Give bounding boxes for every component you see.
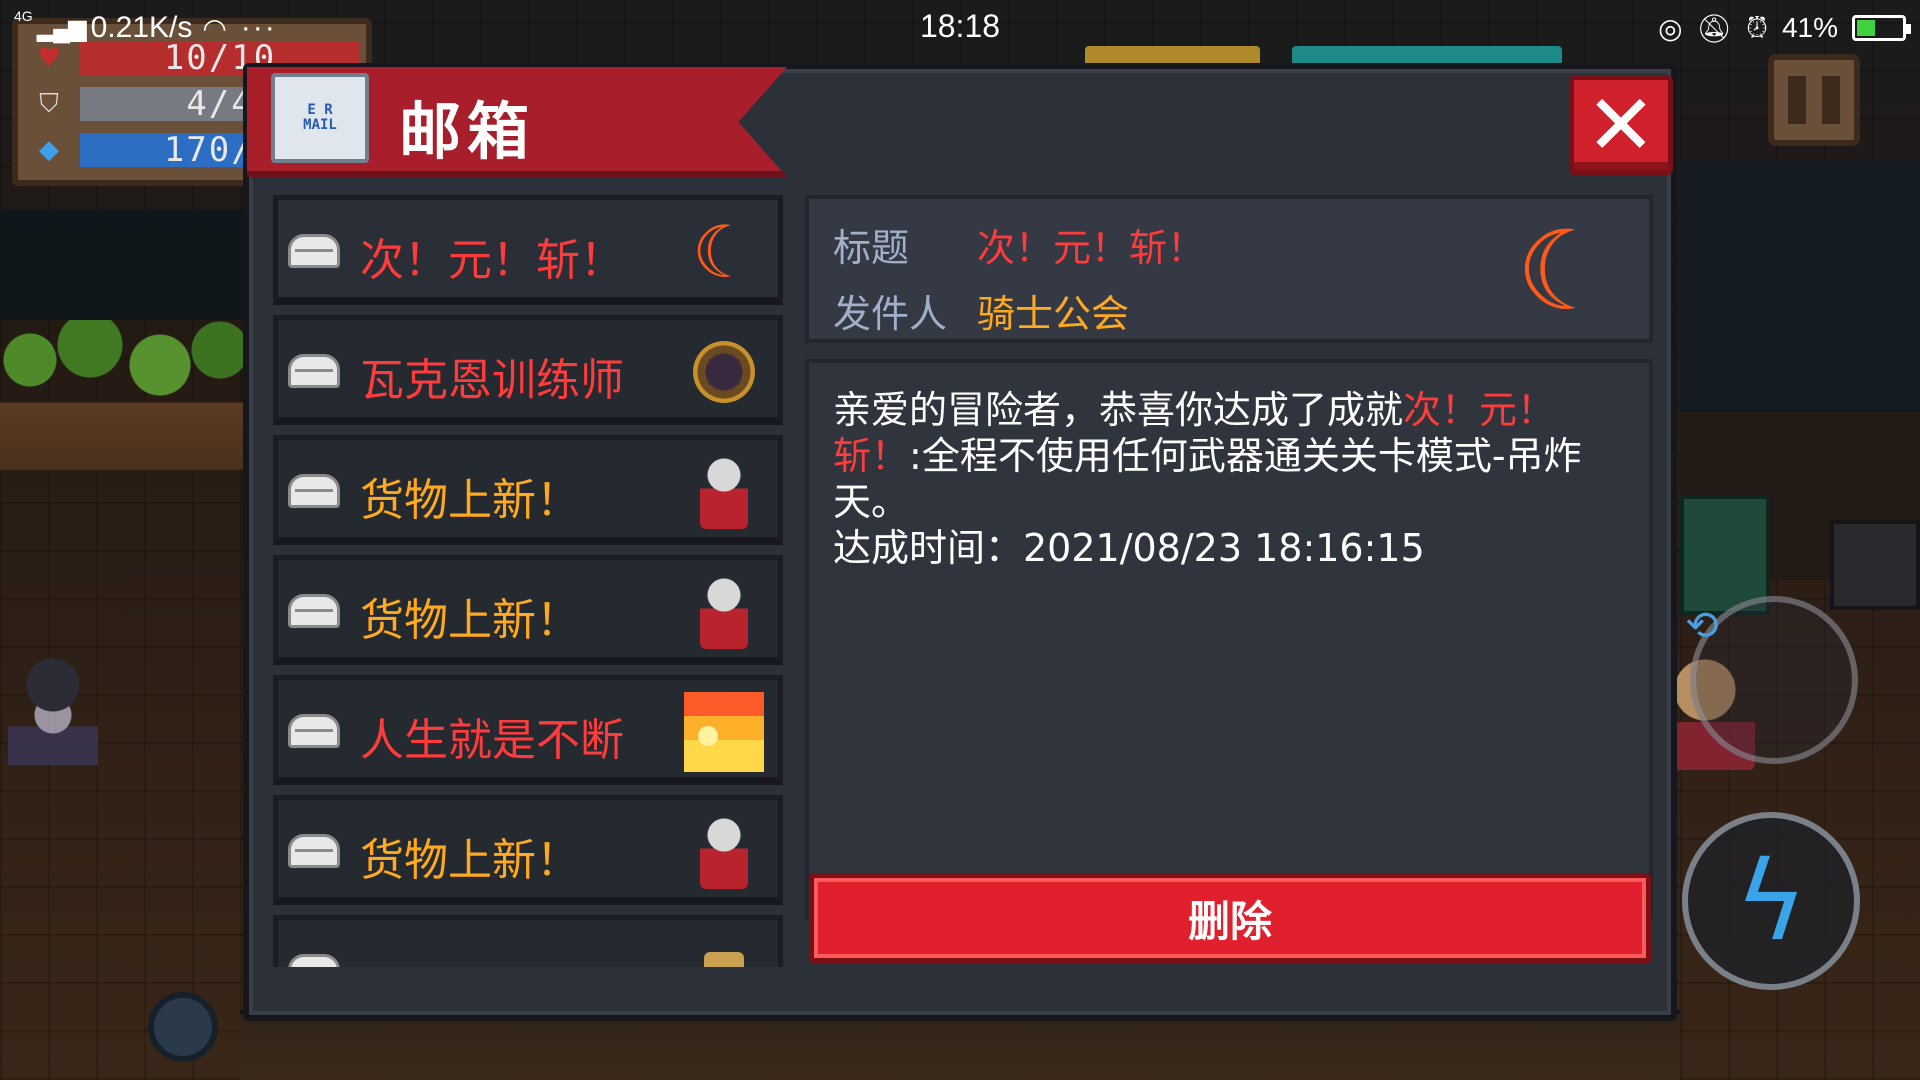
dialog-title: 邮箱 xyxy=(399,95,536,168)
delete-button[interactable]: 删除 xyxy=(809,873,1651,963)
envelope-icon xyxy=(288,234,340,268)
achievement-time: 达成时间：2021/08/23 18:16:15 xyxy=(833,526,1425,570)
mail-subject: 次！元！斩！ xyxy=(360,235,624,286)
mail-sender: 骑士公会 xyxy=(977,292,1130,336)
merchant-icon xyxy=(684,452,764,532)
envelope-icon xyxy=(288,594,340,628)
lightning-icon: ϟ xyxy=(1734,837,1808,965)
sender-label: 发件人 xyxy=(833,292,948,336)
switch-icon: ⟲ xyxy=(1685,603,1719,649)
bell-off-icon: 🔕︎ xyxy=(1696,12,1733,44)
barrel-prop xyxy=(148,992,218,1062)
mail-detail-header: 标题 次！元！斩！ 发件人 骑士公会 ☾ xyxy=(805,195,1653,343)
gear-creature-icon xyxy=(684,332,764,412)
pause-icon-bar xyxy=(1822,76,1840,124)
mail-list-item[interactable]: 货物上新！ xyxy=(273,795,783,905)
mail-subject: 瓦克恩训练师 xyxy=(360,355,624,406)
sunset-icon xyxy=(684,692,764,772)
mail-list-item[interactable] xyxy=(273,915,783,967)
skill-button[interactable]: ϟ xyxy=(1682,812,1860,990)
mail-body: 亲爱的冒险者，恭喜你达成了成就次！元！斩！:全程不使用任何武器通关关卡模式-吊炸… xyxy=(805,359,1653,919)
battery-fill xyxy=(1857,20,1876,36)
mail-subject: 货物上新！ xyxy=(360,595,580,646)
battery-percent: 41% xyxy=(1781,12,1838,43)
alarm-icon: ⏰︎ xyxy=(1746,11,1768,43)
headset-icon: ◎ xyxy=(1658,12,1683,44)
mail-title: 次！元！斩！ xyxy=(977,226,1206,270)
jungle-plants xyxy=(0,320,245,470)
title-label: 标题 xyxy=(833,226,910,270)
mail-icon-text: E R MAIL xyxy=(303,101,337,133)
pause-icon xyxy=(1788,76,1806,124)
dialog-header: E R MAIL 邮箱 xyxy=(247,67,787,177)
envelope-icon xyxy=(288,474,340,508)
mail-list-item[interactable]: 瓦克恩训练师 xyxy=(273,315,783,425)
mail-subject: 货物上新！ xyxy=(360,475,580,526)
mail-list-item[interactable]: 人生就是不断 xyxy=(273,675,783,785)
merchant-icon xyxy=(684,572,764,652)
status-time: 18:18 xyxy=(919,8,1001,44)
shield-icon: ⛉ xyxy=(39,88,59,119)
envelope-icon xyxy=(288,954,340,967)
envelope-icon xyxy=(288,714,340,748)
pause-button[interactable] xyxy=(1768,54,1860,146)
wall-left xyxy=(0,210,250,320)
merchant-icon xyxy=(684,812,764,892)
shelf-prop xyxy=(1830,520,1920,610)
battery-icon xyxy=(1852,15,1911,41)
partial-item-icon xyxy=(684,932,764,967)
close-button[interactable]: ✕ xyxy=(1569,75,1673,175)
mail-subject: 货物上新！ xyxy=(360,835,580,886)
mail-list[interactable]: 次！元！斩！ ☾ 瓦克恩训练师 货物上新！ 货物上新！ 人生就是不断 货物上新！ xyxy=(273,195,783,967)
achievement-description: :全程不使用任何武器通关关卡模式-吊炸天。 xyxy=(833,434,1582,524)
close-icon: ✕ xyxy=(1585,76,1657,174)
envelope-icon xyxy=(288,354,340,388)
mail-list-item[interactable]: 次！元！斩！ ☾ xyxy=(273,195,783,305)
player-character xyxy=(8,655,98,765)
mail-list-item[interactable]: 货物上新！ xyxy=(273,555,783,665)
mail-list-item[interactable]: 货物上新！ xyxy=(273,435,783,545)
envelope-icon xyxy=(288,834,340,868)
status-right: ◎ 🔕︎ ⏰︎ 41% xyxy=(1644,6,1911,50)
mailbox-dialog: E R MAIL 邮箱 ✕ 次！元！斩！ ☾ 瓦克恩训练师 货物上新！ 货物上新… xyxy=(243,63,1677,1021)
mail-subject: 人生就是不断 xyxy=(360,715,624,766)
moon-blade-icon: ☾ xyxy=(1515,207,1615,335)
system-status-bar: 4G ▂▄▆ 0.21K/s ◠ ··· 18:18 ◎ 🔕︎ ⏰︎ 41% xyxy=(0,0,1920,56)
mail-body-text: 亲爱的冒险者，恭喜你达成了成就 xyxy=(833,388,1404,432)
energy-gem-icon: ◆ xyxy=(39,135,59,165)
mail-icon: E R MAIL xyxy=(271,73,369,163)
moon-blade-icon: ☾ xyxy=(691,210,757,294)
